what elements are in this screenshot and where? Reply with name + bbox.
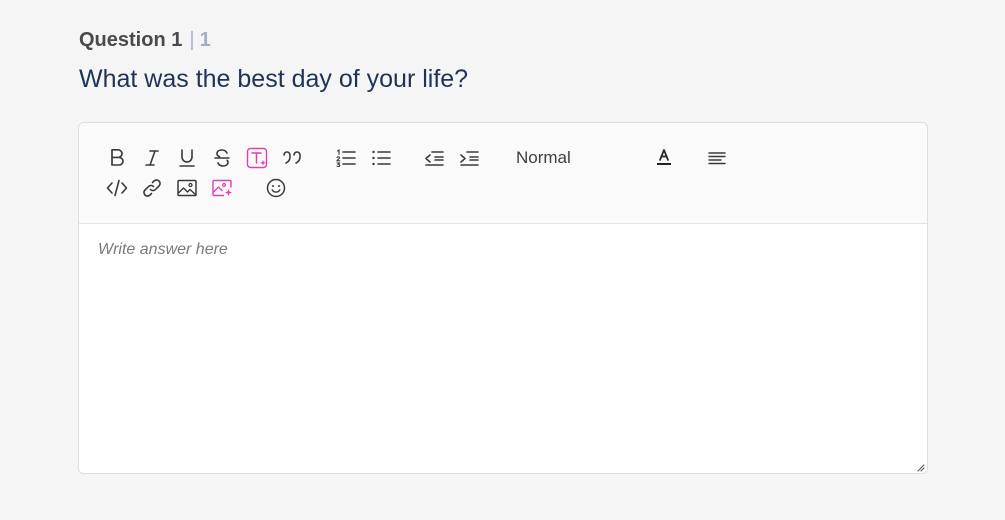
question-number: 1 (199, 28, 211, 51)
strikethrough-button[interactable] (210, 146, 234, 170)
question-header: Question 1 | 1 (79, 28, 211, 52)
code-button[interactable] (105, 176, 129, 200)
rich-text-editor: Normal (78, 122, 928, 474)
question-separator: | (189, 28, 195, 51)
question-title: What was the best day of your life? (79, 65, 469, 93)
ordered-list-icon (336, 148, 356, 168)
image-icon (177, 179, 197, 197)
answer-textarea[interactable] (98, 241, 908, 457)
bold-icon (111, 148, 124, 166)
text-style-select[interactable]: Normal (516, 146, 571, 170)
italic-icon (145, 150, 159, 166)
align-left-icon (708, 152, 726, 165)
text-color-icon (657, 149, 671, 165)
bullet-list-icon (372, 150, 391, 166)
bullet-list-button[interactable] (369, 146, 393, 170)
emoji-icon (266, 178, 286, 198)
underline-button[interactable] (175, 146, 199, 170)
code-icon (106, 179, 128, 197)
link-button[interactable] (140, 176, 164, 200)
ai-image-button[interactable] (210, 176, 234, 200)
answer-area (79, 224, 927, 473)
emoji-button[interactable] (264, 176, 288, 200)
indent-button[interactable] (457, 146, 481, 170)
question-label: Question 1 (79, 28, 183, 51)
resize-handle-icon[interactable] (915, 462, 925, 472)
editor-toolbar: Normal (79, 123, 927, 224)
blockquote-icon (283, 151, 301, 164)
ai-image-icon (212, 179, 232, 197)
outdent-icon (425, 151, 444, 166)
strikethrough-icon (214, 149, 230, 167)
image-button[interactable] (175, 176, 199, 200)
link-icon (143, 179, 161, 197)
indent-icon (460, 151, 479, 166)
text-color-button[interactable] (652, 145, 676, 169)
bold-button[interactable] (105, 146, 129, 170)
align-button[interactable] (705, 146, 729, 170)
ordered-list-button[interactable] (334, 146, 358, 170)
underline-icon (179, 149, 195, 167)
blockquote-button[interactable] (280, 146, 304, 170)
outdent-button[interactable] (422, 146, 446, 170)
page: Question 1 | 1 What was the best day of … (0, 0, 1005, 520)
ai-text-icon (246, 147, 268, 169)
ai-text-button[interactable] (245, 146, 269, 170)
italic-button[interactable] (140, 146, 164, 170)
